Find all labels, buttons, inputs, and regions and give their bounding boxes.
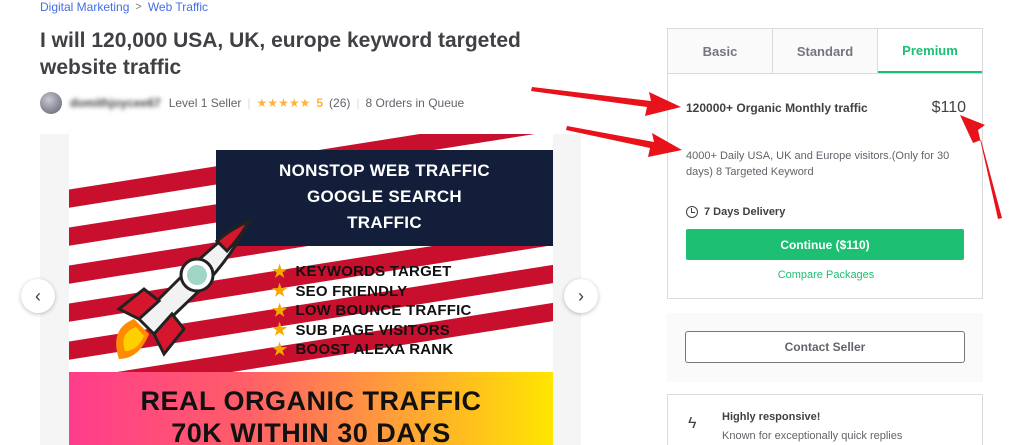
breadcrumb: Digital Marketing > Web Traffic — [40, 0, 208, 14]
rating-count[interactable]: (26) — [329, 96, 350, 110]
list-item: ★ BOOST ALEXA RANK — [272, 339, 454, 359]
breadcrumb-separator: > — [135, 1, 142, 13]
feature-list: ★ KEYWORDS TARGET ★ SEO FRIENDLY ★ LOW BOUN… — [272, 262, 472, 360]
seller-overview: domithjoycee67 Level 1 Seller | ★★★★★ 5 … — [40, 92, 464, 114]
package-price: $110 — [931, 99, 966, 116]
rating-stars-icon: ★★★★★ — [256, 96, 311, 110]
banner-heading-line: GOOGLE SEARCH — [306, 187, 463, 206]
delivery-label: 7 Days Delivery — [704, 206, 786, 218]
package-description: 4000+ Daily USA, UK and Europe visitors.… — [686, 150, 950, 178]
list-item: ★ SEO FRIENDLY — [272, 281, 408, 301]
divider: | — [247, 96, 251, 110]
divider: | — [356, 96, 360, 110]
package-header: 120000+ Organic Monthly traffic $110 — [686, 99, 966, 117]
tab-standard[interactable]: Standard — [773, 29, 878, 73]
seller-level: Level 1 Seller — [168, 96, 242, 110]
package-title: 120000+ Organic Monthly traffic — [686, 101, 868, 115]
star-icon: ★ — [272, 261, 288, 281]
clock-icon — [686, 206, 698, 218]
lightning-icon: ϟ — [688, 415, 697, 432]
list-item: ★ KEYWORDS TARGET — [272, 261, 452, 281]
seller-username[interactable]: domithjoycee67 — [70, 96, 161, 110]
annotation-arrow-title — [531, 87, 681, 116]
package-tabs: Basic Standard Premium — [668, 29, 982, 74]
gig-banner-image[interactable]: NONSTOP WEB TRAFFIC GOOGLE SEARCH TRAFFI… — [69, 134, 553, 445]
annotation-arrow-description — [566, 126, 682, 157]
star-icon: ★ — [272, 320, 288, 340]
chevron-left-icon: ‹ — [35, 285, 41, 306]
contact-section: Contact Seller — [667, 313, 983, 382]
contact-seller-button[interactable]: Contact Seller — [685, 331, 965, 363]
breadcrumb-digital-marketing[interactable]: Digital Marketing — [40, 0, 129, 14]
tab-premium[interactable]: Premium — [878, 29, 982, 73]
list-item: ★ SUB PAGE VISITORS — [272, 320, 450, 340]
gig-title: I will 120,000 USA, UK, europe keyword t… — [40, 29, 521, 79]
gallery-prev-button[interactable]: ‹ — [21, 279, 55, 313]
continue-button[interactable]: Continue ($110) — [686, 229, 964, 260]
list-item: ★ LOW BOUNCE TRAFFIC — [272, 300, 472, 320]
chevron-right-icon: › — [578, 285, 584, 306]
orders-in-queue: 8 Orders in Queue — [365, 96, 465, 110]
compare-packages-link[interactable]: Compare Packages — [668, 269, 984, 281]
responsive-text: Known for exceptionally quick replies — [722, 430, 903, 442]
tab-basic[interactable]: Basic — [668, 29, 773, 73]
banner-heading-line: TRAFFIC — [347, 213, 422, 232]
banner-heading-line: NONSTOP WEB TRAFFIC — [279, 161, 490, 180]
rocket-icon — [116, 217, 253, 359]
avatar[interactable] — [40, 92, 62, 114]
star-icon: ★ — [272, 339, 288, 359]
package-card: Basic Standard Premium 120000+ Organic M… — [667, 28, 983, 299]
star-icon: ★ — [272, 300, 288, 320]
banner-tagline: 70K WITHIN 30 DAYS — [171, 418, 451, 445]
star-icon: ★ — [272, 281, 288, 301]
rating-score: 5 — [316, 96, 324, 110]
breadcrumb-web-traffic[interactable]: Web Traffic — [148, 0, 208, 14]
banner-heading: NONSTOP WEB TRAFFIC GOOGLE SEARCH TRAFFI… — [216, 150, 553, 246]
banner-tagline: REAL ORGANIC TRAFFIC — [140, 386, 482, 416]
responsive-badge: ϟ Highly responsive! Known for exception… — [667, 394, 983, 445]
delivery-time: 7 Days Delivery — [686, 206, 785, 218]
responsive-title: Highly responsive! — [722, 411, 821, 423]
gallery-next-button[interactable]: › — [564, 279, 598, 313]
